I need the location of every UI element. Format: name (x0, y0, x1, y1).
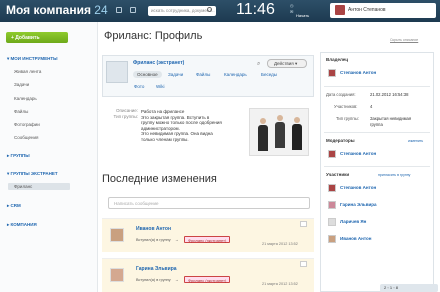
description-label: Описание: (116, 108, 138, 113)
group-photo (249, 108, 309, 156)
add-button[interactable]: + Добавить (6, 32, 68, 43)
created-value: 21.02.2012 16:54:38 (370, 92, 409, 97)
page-title: Фриланс: Профиль (104, 30, 203, 42)
sidebar-item-freelance[interactable]: Фриланс (8, 183, 70, 190)
menu-icon[interactable] (130, 7, 136, 13)
arrow-icon: → (175, 238, 179, 242)
tab-chats[interactable]: Беседы (261, 72, 277, 77)
avatar[interactable] (328, 184, 336, 192)
divider (324, 132, 430, 133)
owner-name[interactable]: Степанов Антон (340, 70, 376, 75)
start-workday-label[interactable]: Начать (296, 13, 309, 18)
bottom-status-bar[interactable]: 2 ◦ 1 ◦ 8 (380, 284, 438, 292)
feed-author[interactable]: Гарина Эльвира (136, 266, 177, 272)
participants-title: Участники (326, 172, 350, 177)
moderators-title: Модераторы (326, 138, 355, 143)
actions-button[interactable]: Действия ▾ (267, 59, 307, 68)
sidebar-my-tools[interactable]: ▾ МОИ ИНСТРУМЕНТЫ (7, 56, 58, 62)
person-body (275, 122, 285, 148)
divider (324, 166, 430, 167)
sidebar-extranet-groups[interactable]: ▾ ГРУППЫ ЭКСТРАНЕТ (7, 171, 58, 177)
participant-name[interactable]: Ларичев Ян (340, 219, 366, 224)
feed-date: 21 марта 2012 13:52 (262, 282, 298, 286)
sidebar-item-tasks[interactable]: Задачи (14, 82, 29, 87)
sidebar-groups[interactable]: ▸ ГРУППЫ (7, 153, 30, 159)
sidebar-item-photos[interactable]: Фотографии (14, 122, 40, 127)
sidebar-company[interactable]: ▸ КОМПАНИЯ (7, 222, 37, 228)
avatar[interactable] (328, 69, 336, 77)
avatar[interactable] (328, 218, 336, 226)
avatar[interactable] (328, 201, 336, 209)
person-body (292, 124, 302, 150)
participant-name[interactable]: Гарина Эльвира (340, 202, 376, 207)
search-input[interactable]: искать сотрудника, документ... (148, 6, 216, 16)
sidebar-item-messages[interactable]: Сообщения (14, 135, 38, 140)
sidebar-item-calendar[interactable]: Календарь (14, 96, 37, 101)
participant-name[interactable]: Степанов Антон (340, 185, 376, 190)
members-value: 4 (370, 104, 373, 109)
type-value-2: группа (370, 122, 383, 127)
group-type-label: Тип группы: (113, 114, 138, 119)
desc-line: только членам группы. (141, 136, 189, 142)
search-icon[interactable] (207, 7, 212, 12)
group-description: Работа на фрилансе Это закрытая группа. … (141, 109, 245, 142)
grid-icon[interactable] (116, 7, 122, 13)
feed-date: 21 марта 2012 13:52 (262, 242, 298, 246)
timeman-icons[interactable]: ◷ ✉ (290, 3, 294, 15)
feed-item (102, 258, 314, 292)
person-head (260, 118, 266, 124)
tab-files[interactable]: Файлы (196, 72, 210, 77)
participant-name[interactable]: Иванов Антон (340, 236, 372, 241)
avatar[interactable] (328, 235, 336, 243)
sidebar-item-feed[interactable]: Живая лента (14, 69, 41, 74)
collapse-icon[interactable] (300, 261, 307, 267)
avatar[interactable] (110, 228, 124, 242)
group-name[interactable]: Фриланс (экстранет) (133, 60, 184, 66)
created-label: Дата создания: (326, 92, 356, 97)
members-label: Участников: (334, 104, 358, 109)
tab-tasks[interactable]: Задачи (168, 72, 183, 77)
feed-item (102, 218, 314, 252)
divider (324, 86, 430, 87)
sidebar-item-files[interactable]: Файлы (14, 109, 28, 114)
avatar[interactable] (110, 268, 124, 282)
person-head (294, 117, 300, 123)
tab-calendar[interactable]: Календарь (224, 72, 247, 77)
moderators-edit-link[interactable]: изменить (408, 139, 423, 143)
person-body (258, 125, 268, 151)
latest-changes-heading: Последние изменения (102, 173, 217, 185)
owner-title: Владелец (326, 57, 349, 62)
arrow-icon: → (175, 278, 179, 282)
company-logo[interactable]: Моя компания 24 (6, 3, 108, 17)
group-badge[interactable]: Фриланс (экстранет) (184, 276, 231, 283)
user-avatar[interactable] (335, 5, 345, 15)
invite-link[interactable]: пригласить в группу (378, 173, 410, 177)
group-avatar (106, 61, 128, 83)
tab-photo[interactable]: Фото (134, 84, 144, 89)
person-head (277, 115, 283, 121)
feed-author[interactable]: Иванов Антон (136, 226, 171, 232)
message-input[interactable]: Написать сообщение (108, 197, 310, 209)
type-label: Тип группы: (336, 116, 359, 121)
feed-action: Вступил(а) в группу (136, 238, 171, 242)
hide-description-link[interactable]: Скрыть описание (390, 38, 418, 42)
avatar[interactable] (328, 150, 336, 158)
feed-action: Вступил(а) в группу (136, 278, 171, 282)
tab-wiki[interactable]: Wiki (156, 84, 165, 89)
user-name[interactable]: Антон Степанов (348, 7, 386, 13)
collapse-icon[interactable] (300, 221, 307, 227)
group-badge[interactable]: Фриланс (экстранет) (184, 236, 231, 243)
clock: 11:46 (236, 1, 275, 18)
search-icon-group[interactable]: ⌕ (257, 61, 260, 68)
tab-main[interactable]: Основное (133, 71, 162, 78)
type-value: Закрытая невидимая (370, 116, 412, 121)
moderator-name[interactable]: Степанов Антон (340, 151, 376, 156)
sidebar-crm[interactable]: ▸ CRM (7, 203, 21, 209)
